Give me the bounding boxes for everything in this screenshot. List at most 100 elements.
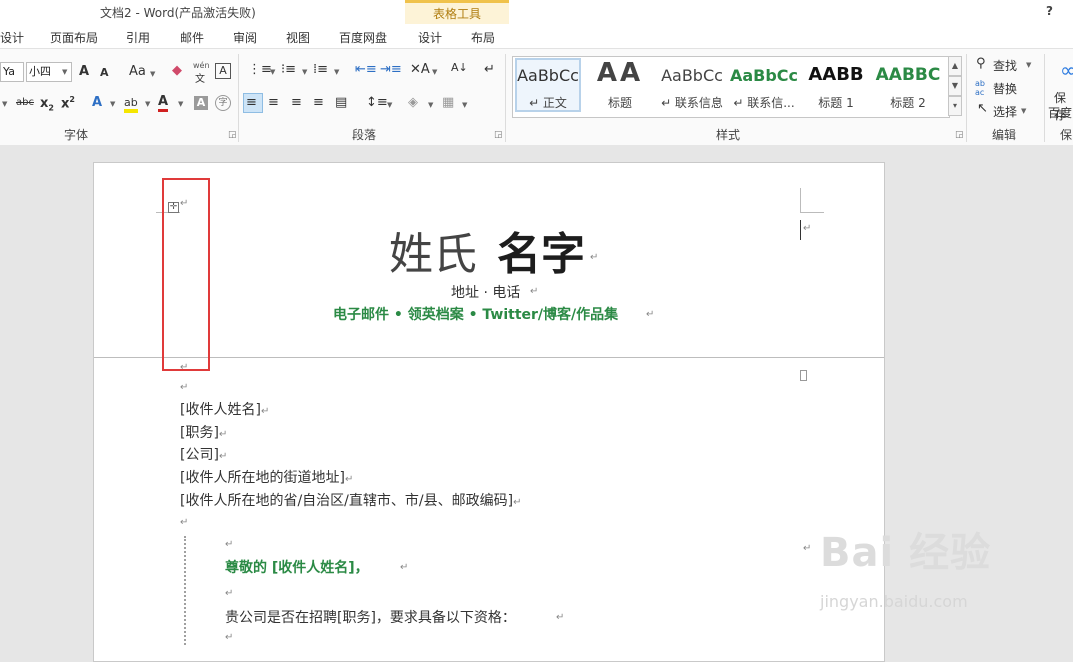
style-title[interactable]: AA 标题	[585, 58, 655, 114]
anchor-icon	[800, 370, 807, 381]
recipient-region[interactable]: [收件人所在地的省/自治区/直辖市、市/县、邮政编码]↵	[180, 490, 521, 510]
paragraph-mark: ↵	[218, 451, 228, 462]
font-size-dropdown-icon[interactable]: ▼	[62, 68, 67, 76]
gallery-scroll-up-icon[interactable]: ▲	[948, 56, 962, 76]
numbering-dropdown-icon[interactable]: ▼	[302, 68, 307, 76]
editing-group-label: 编辑	[992, 128, 1017, 142]
bullets-dropdown-icon[interactable]: ▼	[270, 68, 275, 76]
select-button[interactable]: 选择	[993, 103, 1017, 120]
style-contact-info[interactable]: AaBbCc ↵ 联系信息	[657, 58, 727, 114]
show-hide-marks-icon[interactable]: ↵	[484, 62, 495, 77]
tab-view[interactable]: 视图	[286, 29, 310, 46]
line-spacing-icon[interactable]: ↕≡	[366, 95, 388, 110]
highlight-color-icon[interactable]: ab	[124, 96, 138, 113]
sort-icon[interactable]: A↓	[451, 61, 468, 74]
paragraph-mark: ↵	[260, 406, 270, 417]
select-dropdown-icon[interactable]: ▼	[1021, 107, 1026, 115]
style-normal[interactable]: AaBbCc ↵ 正文	[513, 58, 583, 114]
font-color-dropdown-icon[interactable]: ▼	[178, 100, 183, 108]
body-paragraph[interactable]: 贵公司是否在招聘[职务]，要求具备以下资格：	[225, 607, 516, 627]
underline-dropdown-icon[interactable]: ▼	[2, 100, 7, 108]
borders-dropdown-icon[interactable]: ▼	[462, 101, 467, 109]
styles-dialog-launcher-icon[interactable]: ◲	[955, 130, 964, 140]
phonetic-guide-icon[interactable]: wén	[193, 61, 210, 70]
tab-mailings[interactable]: 邮件	[180, 29, 204, 46]
text-effects-dropdown-icon[interactable]: ▼	[110, 100, 115, 108]
decrease-indent-icon[interactable]: ⇤≡	[355, 62, 377, 77]
font-color-icon[interactable]: A	[158, 94, 169, 112]
bullets-icon[interactable]: ⋮≡	[248, 62, 272, 77]
baidu-watermark: Bai 经验	[820, 530, 992, 576]
clear-formatting-icon[interactable]: ◆	[172, 63, 182, 78]
shading-icon[interactable]: ◈	[408, 95, 418, 110]
replace-icon: ab ac	[975, 79, 985, 97]
increase-indent-icon[interactable]: ⇥≡	[380, 62, 402, 77]
paragraph-group-label: 段落	[352, 128, 377, 142]
tab-baidu-netdisk[interactable]: 百度网盘	[339, 29, 387, 46]
style-heading-1[interactable]: AABB 标题 1	[801, 58, 871, 114]
highlight-dropdown-icon[interactable]: ▼	[145, 100, 150, 108]
recipient-company[interactable]: [公司]↵	[180, 444, 227, 464]
paragraph-mark: ↵	[180, 517, 189, 528]
borders-icon[interactable]: ▦	[442, 95, 454, 110]
recipient-title[interactable]: [职务]↵	[180, 422, 227, 442]
replace-button[interactable]: 替换	[993, 80, 1017, 97]
change-case-dropdown-icon[interactable]: ▼	[150, 70, 155, 78]
line-spacing-dropdown-icon[interactable]: ▼	[387, 101, 392, 109]
tab-page-layout[interactable]: 页面布局	[50, 29, 98, 46]
align-right-icon[interactable]: ≡	[291, 95, 302, 110]
paragraph-mark: ↵	[225, 539, 234, 550]
help-button[interactable]: ?	[1046, 4, 1053, 18]
chinese-layout-dropdown-icon[interactable]: ▼	[432, 68, 437, 76]
grow-font-icon[interactable]: A	[79, 64, 89, 79]
style-contact-info-emphasis[interactable]: AaBbCc ↵ 联系信...	[729, 58, 799, 114]
ribbon-separator	[966, 54, 967, 142]
name-surname[interactable]: 姓氏	[389, 218, 477, 282]
gallery-more-icon[interactable]: ▾	[948, 96, 962, 116]
multilevel-list-icon[interactable]: ⁞≡	[313, 62, 328, 77]
ribbon-separator	[238, 54, 239, 142]
align-center-icon[interactable]: ≡	[268, 95, 279, 110]
font-dialog-launcher-icon[interactable]: ◲	[228, 130, 237, 140]
crop-mark	[800, 212, 824, 213]
paragraph-mark: ↵	[530, 286, 539, 297]
greeting[interactable]: 尊敬的 [收件人姓名]，	[225, 557, 369, 577]
gallery-scroll-down-icon[interactable]: ▼	[948, 76, 962, 96]
paragraph-dialog-launcher-icon[interactable]: ◲	[494, 130, 503, 140]
tab-review[interactable]: 审阅	[233, 29, 257, 46]
style-heading-2[interactable]: AABBC 标题 2	[873, 58, 943, 114]
name-given[interactable]: 名字	[497, 218, 585, 282]
superscript-icon[interactable]: x2	[61, 95, 75, 111]
tab-references[interactable]: 引用	[126, 29, 150, 46]
find-button[interactable]: 查找	[993, 57, 1017, 74]
recipient-name[interactable]: [收件人姓名]↵	[180, 399, 269, 419]
style-preview: AaBbCc	[729, 66, 799, 85]
subscript-icon[interactable]: x2	[40, 96, 54, 113]
tab-table-layout[interactable]: 布局	[471, 29, 495, 46]
text-effects-icon[interactable]: A	[92, 95, 102, 110]
style-label: ↵ 联系信...	[733, 96, 795, 110]
shrink-font-icon[interactable]: A	[100, 66, 109, 79]
recipient-street[interactable]: [收件人所在地的街道地址]↵	[180, 467, 353, 487]
chinese-layout-icon[interactable]: ✕A	[410, 62, 430, 77]
font-name-combo[interactable]: Ya	[0, 62, 24, 82]
change-case-icon[interactable]: Aa	[129, 64, 146, 79]
paragraph-mark: ↵	[590, 252, 599, 263]
shading-dropdown-icon[interactable]: ▼	[428, 101, 433, 109]
justify-icon[interactable]: ≡	[313, 95, 324, 110]
numbering-icon[interactable]: ⁝≡	[281, 62, 296, 77]
find-dropdown-icon[interactable]: ▼	[1026, 61, 1031, 69]
distributed-icon[interactable]: ▤	[335, 95, 347, 110]
baidu-cloud-icon[interactable]: ∞	[1060, 58, 1073, 82]
address-phone[interactable]: 地址 · 电话	[451, 282, 520, 302]
tab-table-design[interactable]: 设计	[418, 29, 442, 46]
contact-line[interactable]: 电子邮件 • 领英档案 • Twitter/博客/作品集	[333, 304, 618, 324]
tab-design[interactable]: 设计	[0, 29, 24, 46]
multilevel-dropdown-icon[interactable]: ▼	[334, 68, 339, 76]
strikethrough-icon[interactable]: abc	[16, 97, 34, 108]
enclose-characters-icon[interactable]: 字	[215, 95, 231, 111]
character-shading-icon[interactable]: A	[194, 96, 208, 110]
paragraph-mark: ↵	[225, 632, 234, 643]
save-baidu-line2[interactable]: 百度	[1048, 104, 1072, 121]
character-border-icon[interactable]: A	[215, 63, 231, 79]
